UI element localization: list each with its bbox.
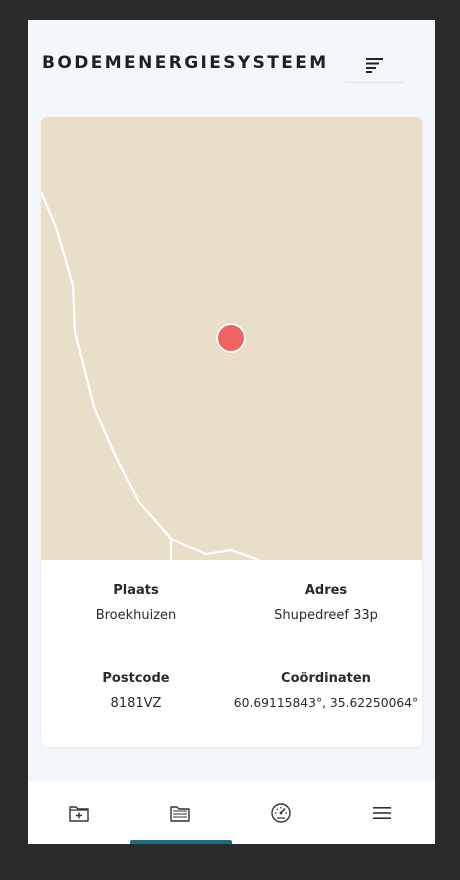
list-icon: [366, 58, 383, 73]
nav-new-folder[interactable]: [28, 782, 129, 844]
location-details: Plaats Broekhuizen Adres Shupedreef 33p …: [41, 560, 422, 747]
app-header: BODEMENERGIESYSTEEM: [28, 20, 435, 110]
coordinaten-value: 60.69115843°, 35.62250064°: [233, 696, 419, 710]
map-view[interactable]: [41, 117, 422, 562]
plaats-field: Plaats Broekhuizen: [41, 583, 231, 623]
adres-label: Adres: [304, 583, 348, 598]
postcode-field: Postcode 8181VZ: [41, 671, 231, 711]
plaats-value: Broekhuizen: [95, 608, 177, 623]
folder-add-icon: [68, 806, 89, 822]
postcode-value: 8181VZ: [110, 696, 162, 711]
coordinaten-label: Coördinaten: [281, 671, 371, 686]
app-screen: BODEMENERGIESYSTEEM Plaats Broekhuizen A…: [28, 20, 435, 844]
coordinaten-field: Coördinaten 60.69115843°, 35.62250064°: [231, 671, 421, 710]
filter-menu-button[interactable]: [346, 48, 404, 83]
nav-menu[interactable]: [331, 782, 432, 844]
postcode-label: Postcode: [102, 671, 170, 686]
dashboard-gauge-icon: [270, 803, 291, 823]
page-title: BODEMENERGIESYSTEEM: [42, 53, 329, 73]
adres-value: Shupedreef 33p: [274, 608, 378, 623]
location-marker[interactable]: [216, 323, 246, 353]
bottom-navigation: [28, 782, 435, 844]
hamburger-menu-icon: [372, 807, 391, 819]
plaats-label: Plaats: [113, 583, 159, 598]
location-card: Plaats Broekhuizen Adres Shupedreef 33p …: [41, 117, 422, 747]
adres-field: Adres Shupedreef 33p: [231, 583, 421, 623]
nav-projects[interactable]: [129, 782, 230, 844]
nav-dashboard[interactable]: [230, 782, 331, 844]
folders-icon: [169, 806, 190, 822]
active-tab-indicator: [130, 840, 232, 844]
